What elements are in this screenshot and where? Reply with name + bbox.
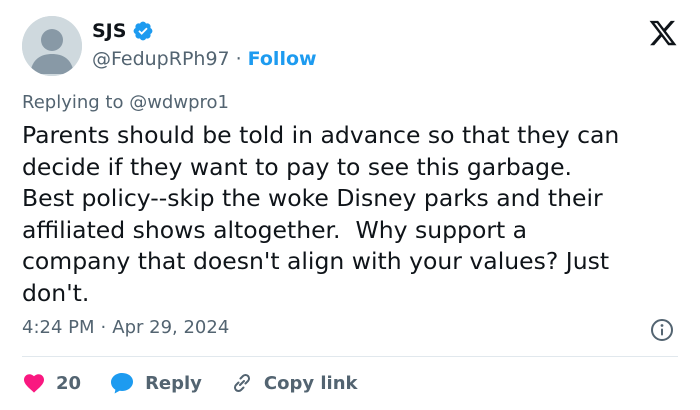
heart-icon	[24, 374, 44, 393]
copy-link-button[interactable]: Copy link	[230, 371, 358, 395]
follow-button[interactable]: Follow	[248, 48, 317, 70]
replying-to: Replying to @wdwpro1	[22, 92, 229, 113]
handle-row: @FedupRPh97 · Follow	[92, 48, 317, 70]
like-button[interactable]: 20	[22, 371, 81, 395]
tweet-time: 4:24 PM	[22, 317, 95, 338]
replying-prefix: Replying to	[22, 92, 130, 113]
display-name[interactable]: SJS	[92, 20, 126, 42]
default-avatar-icon	[22, 16, 82, 76]
separator-dot: ·	[235, 48, 242, 70]
tweet-date: Apr 29, 2024	[112, 317, 230, 338]
link-icon	[233, 373, 250, 393]
timestamp[interactable]: 4:24 PM · Apr 29, 2024	[22, 317, 229, 338]
x-logo-icon[interactable]	[648, 18, 678, 48]
avatar[interactable]	[22, 16, 82, 76]
reply-label: Reply	[145, 372, 202, 394]
copy-link-label: Copy link	[263, 372, 358, 394]
timestamp-separator: ·	[100, 317, 107, 338]
like-count: 20	[56, 372, 82, 394]
verified-badge-icon	[134, 21, 153, 41]
tweet-text: Parents should be told in advance so tha…	[22, 121, 620, 307]
author-handle[interactable]: @FedupRPh97	[92, 48, 230, 70]
info-icon[interactable]	[650, 318, 674, 342]
reply-button[interactable]: Reply	[109, 371, 202, 395]
reply-bubble-icon	[111, 373, 134, 394]
reply-mention-link[interactable]: @wdwpro1	[129, 92, 229, 113]
action-bar: 20 Reply Copy link	[22, 368, 386, 398]
author-name-row: SJS	[92, 20, 154, 42]
divider	[22, 356, 678, 357]
